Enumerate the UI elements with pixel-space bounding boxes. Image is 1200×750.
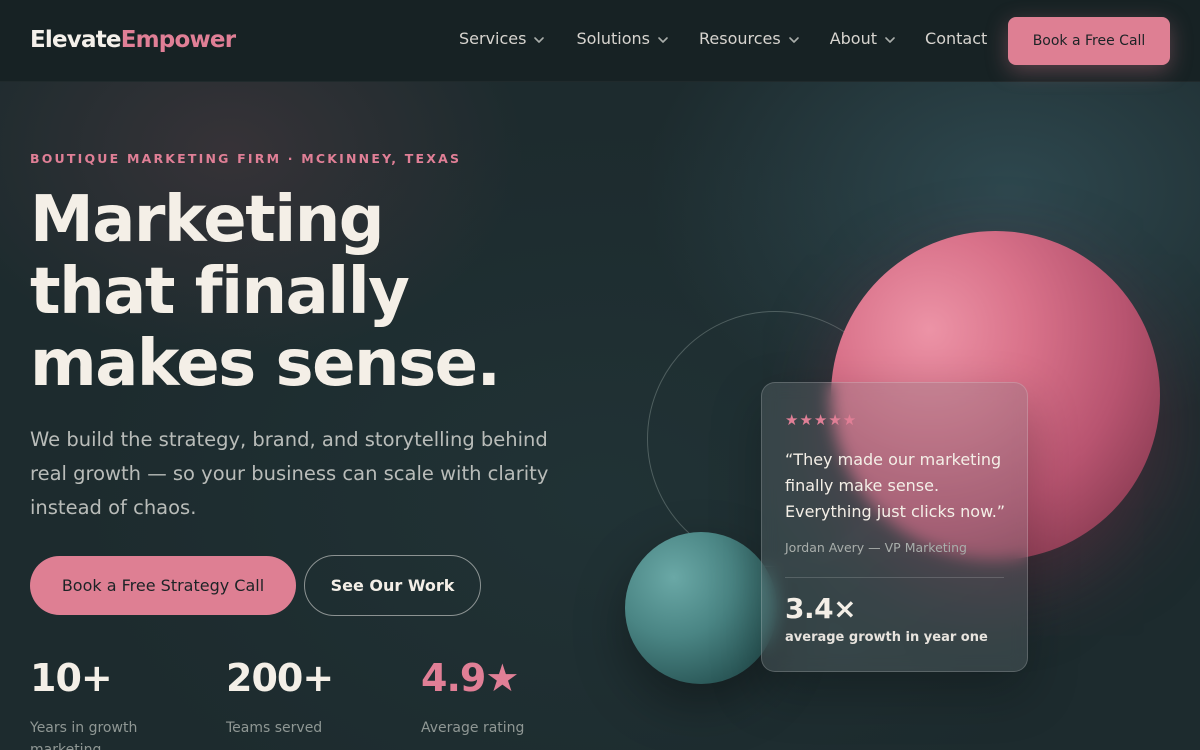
nav-item-resources[interactable]: Resources [699,29,801,48]
growth-metric-value: 3.4× [785,592,857,625]
stat-rating: 4.9★ Average rating [421,655,571,739]
top-navigation: ElevateEmpower Services Solutions Resour… [0,0,1200,82]
book-free-call-button[interactable]: Book a Free Call [1008,17,1170,65]
nav-item-label: Contact [925,29,988,48]
hero-eyebrow: BOUTIQUE MARKETING FIRM · MCKINNEY, TEXA… [30,151,462,166]
nav-item-services[interactable]: Services [459,29,546,48]
growth-metric-label: average growth in year one [785,630,988,645]
nav-item-solutions[interactable]: Solutions [576,29,670,48]
headline-line: makes sense. [30,327,501,401]
chevron-down-icon [658,36,668,43]
logo-part-1: Elevate [30,27,122,53]
logo-part-2: Empower [120,27,236,53]
hero-headline: Marketing that finally makes sense. [30,184,550,400]
stat-label: Years in growth marketing [30,720,138,750]
stat-teams: 200+ Teams served [226,655,376,739]
divider [785,577,1004,578]
headline-line: that finally [30,255,410,329]
testimonial-card: ★★★★★ “They made our marketing finally m… [761,382,1028,672]
testimonial-author: Jordan Avery — VP Marketing [785,540,967,555]
nav-item-label: Services [459,29,527,48]
nav-item-label: Resources [698,29,781,48]
stat-value: 4.9★ [421,656,519,700]
page: ElevateEmpower Services Solutions Resour… [0,0,1200,750]
stat-label: Average rating [421,720,525,736]
chevron-down-icon [885,36,895,43]
star-rating-icon: ★★★★★ [785,411,858,429]
chevron-down-icon [534,36,545,43]
nav-item-label: Solutions [576,29,650,48]
stat-label: Teams served [226,720,323,736]
hero-subheading: We build the strategy, brand, and storyt… [30,428,549,519]
stat-years: 10+ Years in growth marketing [30,655,180,750]
main-menu: Services Solutions Resources About Conta… [459,29,987,48]
chevron-down-icon [788,36,799,43]
testimonial-quote: “They made our marketing finally make se… [785,450,1006,521]
nav-item-contact[interactable]: Contact [925,29,987,48]
stat-value: 200+ [226,656,334,700]
nav-item-label: About [829,29,878,48]
book-strategy-call-button[interactable]: Book a Free Strategy Call [30,556,296,615]
headline-line: Marketing [30,183,385,257]
stat-value: 10+ [30,656,113,700]
see-our-work-button[interactable]: See Our Work [304,555,481,616]
teal-sphere-graphic [625,532,777,684]
logo[interactable]: ElevateEmpower [30,27,236,53]
nav-item-about[interactable]: About [830,29,897,48]
